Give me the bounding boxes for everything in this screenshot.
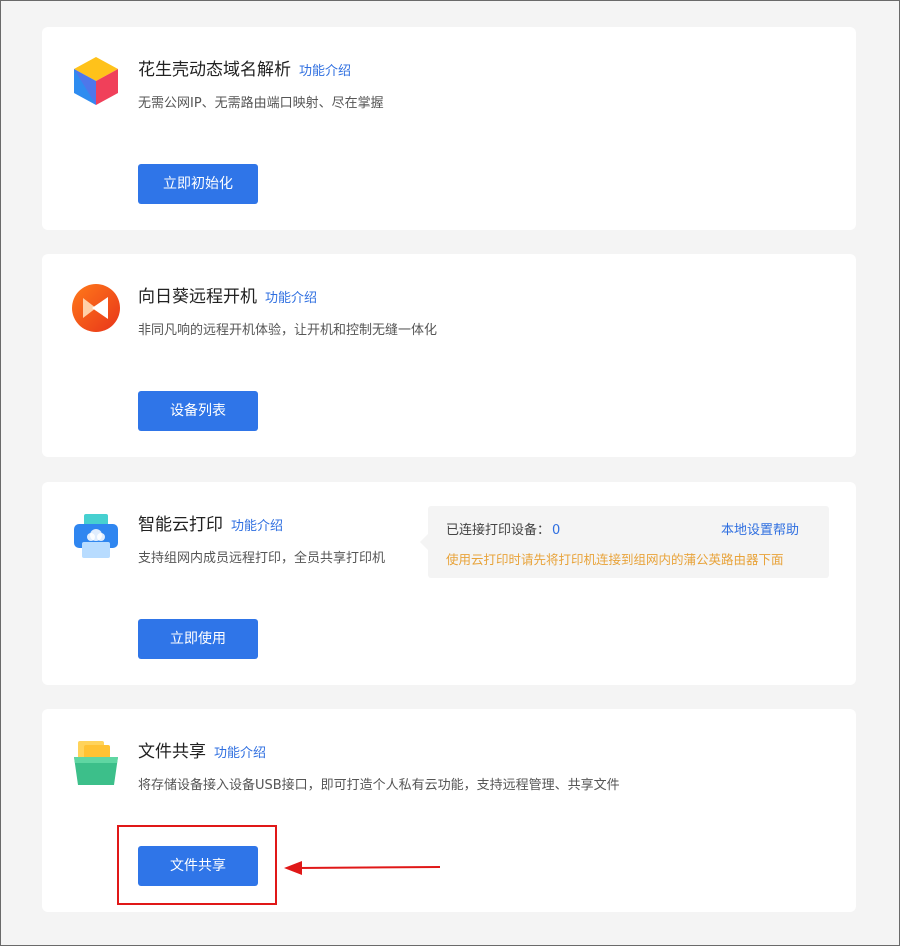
cube-icon	[70, 55, 122, 107]
feature-intro-link[interactable]: 功能介绍	[214, 742, 266, 761]
card-description: 将存储设备接入设备USB接口，即可打造个人私有云功能，支持远程管理、共享文件	[138, 778, 620, 793]
connected-printers: 已连接打印设备： 0	[446, 519, 560, 538]
card-title-row: 花生壳动态域名解析 功能介绍	[138, 55, 351, 80]
annotation-highlight-box	[117, 825, 277, 905]
folder-icon	[70, 737, 122, 789]
card-title: 向日葵远程开机	[138, 287, 257, 307]
printer-icon	[70, 510, 122, 562]
card-title: 花生壳动态域名解析	[138, 60, 291, 80]
card-sunflower-wake: 向日葵远程开机 功能介绍 非同凡响的远程开机体验，让开机和控制无缝一体化 设备列…	[42, 254, 856, 457]
connected-printers-label: 已连接打印设备：	[446, 523, 551, 538]
device-list-button[interactable]: 设备列表	[138, 391, 258, 431]
card-cloud-print: 智能云打印 功能介绍 支持组网内成员远程打印，全员共享打印机 已连接打印设备： 0…	[42, 482, 856, 685]
sunflower-icon	[70, 282, 122, 334]
card-title: 智能云打印	[138, 515, 223, 535]
print-warning-text: 使用云打印时请先将打印机连接到组网内的蒲公英路由器下面	[446, 552, 784, 567]
initialize-button[interactable]: 立即初始化	[138, 164, 258, 204]
card-title-row: 文件共享 功能介绍	[138, 737, 266, 762]
card-peanut-shell-ddns: 花生壳动态域名解析 功能介绍 无需公网IP、无需路由端口映射、尽在掌握 立即初始…	[42, 27, 856, 230]
card-title: 文件共享	[138, 742, 206, 762]
printer-info-panel: 已连接打印设备： 0 本地设置帮助 使用云打印时请先将打印机连接到组网内的蒲公英路…	[420, 506, 829, 578]
card-description: 支持组网内成员远程打印，全员共享打印机	[138, 551, 386, 566]
use-now-button[interactable]: 立即使用	[138, 619, 258, 659]
feature-intro-link[interactable]: 功能介绍	[299, 60, 351, 79]
card-title-row: 向日葵远程开机 功能介绍	[138, 282, 317, 307]
feature-intro-link[interactable]: 功能介绍	[231, 515, 283, 534]
card-description: 无需公网IP、无需路由端口映射、尽在掌握	[138, 96, 384, 111]
card-description: 非同凡响的远程开机体验，让开机和控制无缝一体化	[138, 323, 438, 338]
connected-printers-count: 0	[552, 523, 561, 538]
local-setup-help-link[interactable]: 本地设置帮助	[721, 519, 799, 538]
annotation-arrow-icon	[284, 861, 441, 875]
feature-intro-link[interactable]: 功能介绍	[265, 287, 317, 306]
card-title-row: 智能云打印 功能介绍	[138, 510, 283, 535]
